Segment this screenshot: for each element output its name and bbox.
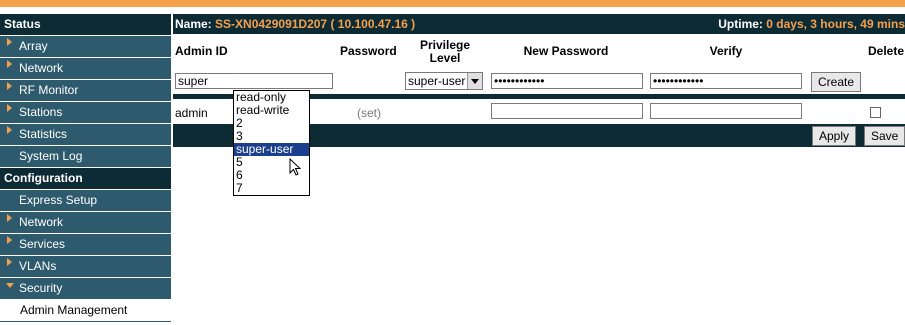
dropdown-option-highlighted[interactable]: super-user — [234, 143, 309, 156]
expand-arrow-icon — [7, 126, 12, 134]
apply-button[interactable]: Apply — [812, 126, 857, 146]
existing-verify-input[interactable] — [650, 103, 802, 119]
sidebar-header-configuration: Configuration — [0, 168, 171, 190]
col-privilege-level: Privilege Level — [419, 38, 471, 65]
sidebar-item-statistics[interactable]: Statistics — [0, 124, 171, 146]
sidebar-item-security[interactable]: Security — [0, 278, 171, 300]
uptime-value: 0 days, 3 hours, 49 mins — [766, 17, 905, 31]
device-ip: ( 10.100.47.16 ) — [330, 17, 416, 31]
expand-arrow-icon — [7, 258, 12, 266]
col-new-password: New Password — [523, 44, 609, 58]
col-verify: Verify — [709, 44, 743, 58]
mouse-pointer-icon — [289, 158, 302, 176]
device-name: Name: SS-XN0429091D207 ( 10.100.47.16 ) — [175, 17, 416, 31]
sidebar-item-services[interactable]: Services — [0, 234, 171, 256]
collapse-arrow-icon — [6, 283, 14, 288]
password-status: (set) — [357, 106, 381, 120]
device-name-value: SS-XN0429091D207 — [215, 17, 328, 31]
sidebar-item-express-setup[interactable]: Express Setup — [0, 190, 171, 212]
expand-arrow-icon — [7, 236, 12, 244]
col-delete: Delete — [868, 44, 905, 58]
privilege-dropdown-list: read-only read-write 2 3 super-user 5 6 … — [233, 90, 310, 196]
col-admin-id: Admin ID — [175, 44, 228, 58]
expand-arrow-icon — [7, 38, 12, 46]
dropdown-option[interactable]: 7 — [234, 182, 309, 195]
delete-checkbox[interactable] — [870, 107, 881, 118]
dropdown-arrow-icon[interactable] — [467, 73, 482, 89]
expand-arrow-icon — [7, 60, 12, 68]
sidebar-item-rf-monitor[interactable]: RF Monitor — [0, 80, 171, 102]
create-button[interactable]: Create — [811, 72, 862, 92]
existing-new-password-input[interactable] — [491, 103, 643, 119]
expand-arrow-icon — [7, 82, 12, 90]
save-button[interactable]: Save — [864, 126, 905, 146]
new-password-input[interactable] — [491, 73, 643, 89]
expand-arrow-icon — [7, 214, 12, 222]
verify-password-input[interactable] — [650, 73, 802, 89]
new-admin-id-input[interactable] — [175, 73, 333, 89]
sidebar-subitem-admin-management[interactable]: Admin Management — [0, 300, 171, 322]
sidebar-item-array[interactable]: Array — [0, 36, 171, 58]
main-content: Name: SS-XN0429091D207 ( 10.100.47.16 ) … — [173, 14, 905, 70]
sidebar-item-system-log[interactable]: System Log — [0, 146, 171, 168]
dropdown-option[interactable]: read-write — [234, 104, 309, 117]
table-header-row: Admin ID Password Privilege Level New Pa… — [173, 34, 905, 70]
privilege-selected-value: super-user — [408, 74, 466, 88]
status-bar: Name: SS-XN0429091D207 ( 10.100.47.16 ) … — [173, 14, 905, 34]
top-accent-stripe — [0, 0, 905, 7]
expand-arrow-icon — [7, 104, 12, 112]
sidebar-item-network-status[interactable]: Network — [0, 58, 171, 80]
sidebar-item-vlans[interactable]: VLANs — [0, 256, 171, 278]
privilege-level-select[interactable]: super-user — [405, 72, 483, 90]
admin-id-value: admin — [175, 106, 208, 120]
sidebar-header-status: Status — [0, 14, 171, 36]
col-password: Password — [340, 44, 397, 58]
uptime: Uptime: 0 days, 3 hours, 49 mins — [718, 17, 905, 31]
dropdown-option[interactable]: 2 — [234, 117, 309, 130]
sidebar-nav: Status Array Network RF Monitor Stations… — [0, 14, 171, 322]
sidebar-item-stations[interactable]: Stations — [0, 102, 171, 124]
sidebar-item-network-config[interactable]: Network — [0, 212, 171, 234]
